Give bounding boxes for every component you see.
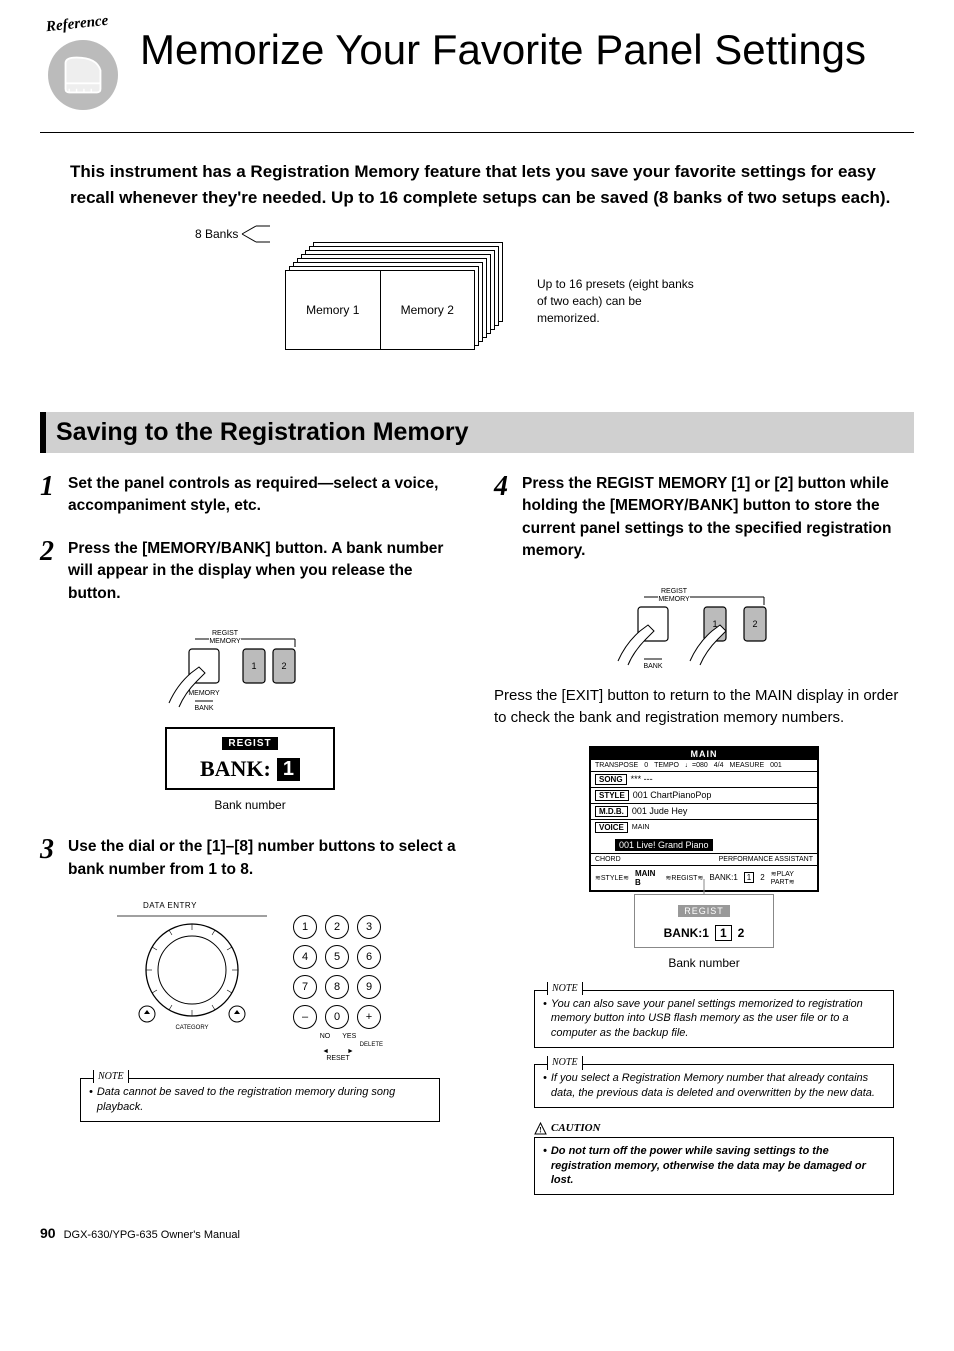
svg-text:1: 1 (251, 661, 256, 671)
key-7: 7 (293, 975, 317, 999)
step-2-text: Press the [MEMORY/BANK] button. A bank n… (68, 538, 460, 605)
caution-box: •Do not turn off the power while saving … (534, 1137, 894, 1196)
svg-text:BANK: BANK (194, 705, 213, 712)
lcd-title: REGIST (222, 737, 277, 750)
intro-paragraph: This instrument has a Registration Memor… (70, 159, 904, 212)
banks-diagram-row: 8 Banks Memory 1 Memory 2 Up to 16 prese… (40, 242, 914, 362)
svg-text:CATEGORY: CATEGORY (175, 1025, 208, 1030)
page-header: Reference Memorize Your Favorite Panel S… (40, 20, 914, 110)
regist-callout-box: REGIST BANK:1 1 2 (634, 894, 774, 948)
lcd-caption: Bank number (40, 798, 460, 812)
step-4-text: Press the REGIST MEMORY [1] or [2] butto… (522, 473, 914, 563)
exit-instruction-text: Press the [EXIT] button to return to the… (494, 685, 914, 730)
svg-text:BANK: BANK (643, 663, 662, 670)
banks-caption: Up to 16 presets (eight banks of two eac… (537, 276, 697, 326)
svg-text:REGIST: REGIST (661, 588, 688, 595)
step-4: 4 Press the REGIST MEMORY [1] or [2] but… (494, 473, 914, 563)
note-box-left: NOTE •Data cannot be saved to the regist… (80, 1078, 440, 1122)
page-number: 90 (40, 1225, 56, 1241)
keypad-section: 1 2 3 4 5 6 7 8 9 – 0 + NO YES (293, 901, 383, 1062)
key-2: 2 (325, 915, 349, 939)
regist-memory-button-diagram: REGIST MEMORY 1 2 BANK (494, 583, 914, 675)
piano-icon (48, 40, 118, 110)
step-3-text: Use the dial or the [1]–[8] number butto… (68, 836, 460, 881)
step-1-text: Set the panel controls as required—selec… (68, 473, 460, 518)
note-tab: NOTE (93, 1070, 129, 1084)
svg-text:2: 2 (752, 619, 757, 629)
key-1: 1 (293, 915, 317, 939)
key-6: 6 (357, 945, 381, 969)
warning-icon: ! (534, 1122, 547, 1135)
manual-title: DGX-630/YPG-635 Owner's Manual (64, 1229, 240, 1241)
data-entry-diagram: DATA ENTRY CATEGORY (40, 901, 460, 1062)
svg-text:MEMORY: MEMORY (188, 690, 220, 697)
note-r2-text: If you select a Registration Memory numb… (551, 1071, 885, 1101)
banks-count-label: 8 Banks (195, 224, 274, 244)
step-1: 1 Set the panel controls as required—sel… (40, 473, 460, 518)
svg-text:MEMORY: MEMORY (658, 596, 690, 603)
banks-stack-diagram: 8 Banks Memory 1 Memory 2 (257, 242, 507, 362)
svg-text:MEMORY: MEMORY (209, 638, 241, 645)
md-title: MAIN (591, 748, 817, 760)
svg-text:!: ! (539, 1125, 542, 1134)
reference-label: Reference (45, 13, 109, 36)
section-heading: Saving to the Registration Memory (40, 412, 914, 453)
key-plus: + (357, 1005, 381, 1029)
dial-section: DATA ENTRY CATEGORY (117, 901, 267, 1035)
main-lcd-display: MAIN TRANSPOSE0 TEMPO♩=080 4/4 MEASURE00… (589, 746, 819, 892)
title-divider (40, 132, 914, 133)
page-footer: 90 DGX-630/YPG-635 Owner's Manual (40, 1225, 914, 1241)
reset-label: RESET (293, 1055, 383, 1062)
step-3: 3 Use the dial or the [1]–[8] number but… (40, 836, 460, 881)
brace-icon (240, 224, 274, 244)
memory-2-cell: Memory 2 (380, 271, 475, 349)
right-column: 4 Press the REGIST MEMORY [1] or [2] but… (494, 473, 914, 1196)
key-8: 8 (325, 975, 349, 999)
step-2: 2 Press the [MEMORY/BANK] button. A bank… (40, 538, 460, 605)
number-keypad: 1 2 3 4 5 6 7 8 9 – 0 + (293, 915, 383, 1029)
regist-callout-caption: Bank number (494, 956, 914, 970)
yes-label: YES (342, 1033, 356, 1040)
key-0: 0 (325, 1005, 349, 1029)
lcd-bank-number: 1 (277, 758, 300, 781)
lcd-regist-display: REGIST BANK: 1 (165, 727, 335, 790)
key-4: 4 (293, 945, 317, 969)
left-column: 1 Set the panel controls as required—sel… (40, 473, 460, 1196)
key-5: 5 (325, 945, 349, 969)
svg-text:2: 2 (281, 661, 286, 671)
reference-badge: Reference (40, 20, 130, 110)
caution-text: Do not turn off the power while saving s… (551, 1144, 885, 1189)
lcd-bank-label: BANK: (200, 756, 271, 782)
caution-label: ! CAUTION (534, 1122, 914, 1135)
note-left-text: Data cannot be saved to the registration… (97, 1085, 431, 1115)
key-minus: – (293, 1005, 317, 1029)
memory-1-cell: Memory 1 (286, 271, 380, 349)
page-title: Memorize Your Favorite Panel Settings (140, 26, 866, 74)
no-label: NO (320, 1033, 331, 1040)
dial-icon: CATEGORY (117, 910, 267, 1030)
note-r1-text: You can also save your panel settings me… (551, 997, 885, 1042)
note-box-right-1: NOTE •You can also save your panel setti… (534, 990, 894, 1049)
regist-memory-label: REGIST (212, 630, 239, 637)
key-9: 9 (357, 975, 381, 999)
note-box-right-2: NOTE •If you select a Registration Memor… (534, 1064, 894, 1108)
callout-line-icon (699, 879, 709, 895)
memory-bank-button-diagram: REGIST MEMORY 1 2 MEMORY BANK (40, 625, 460, 717)
key-3: 3 (357, 915, 381, 939)
